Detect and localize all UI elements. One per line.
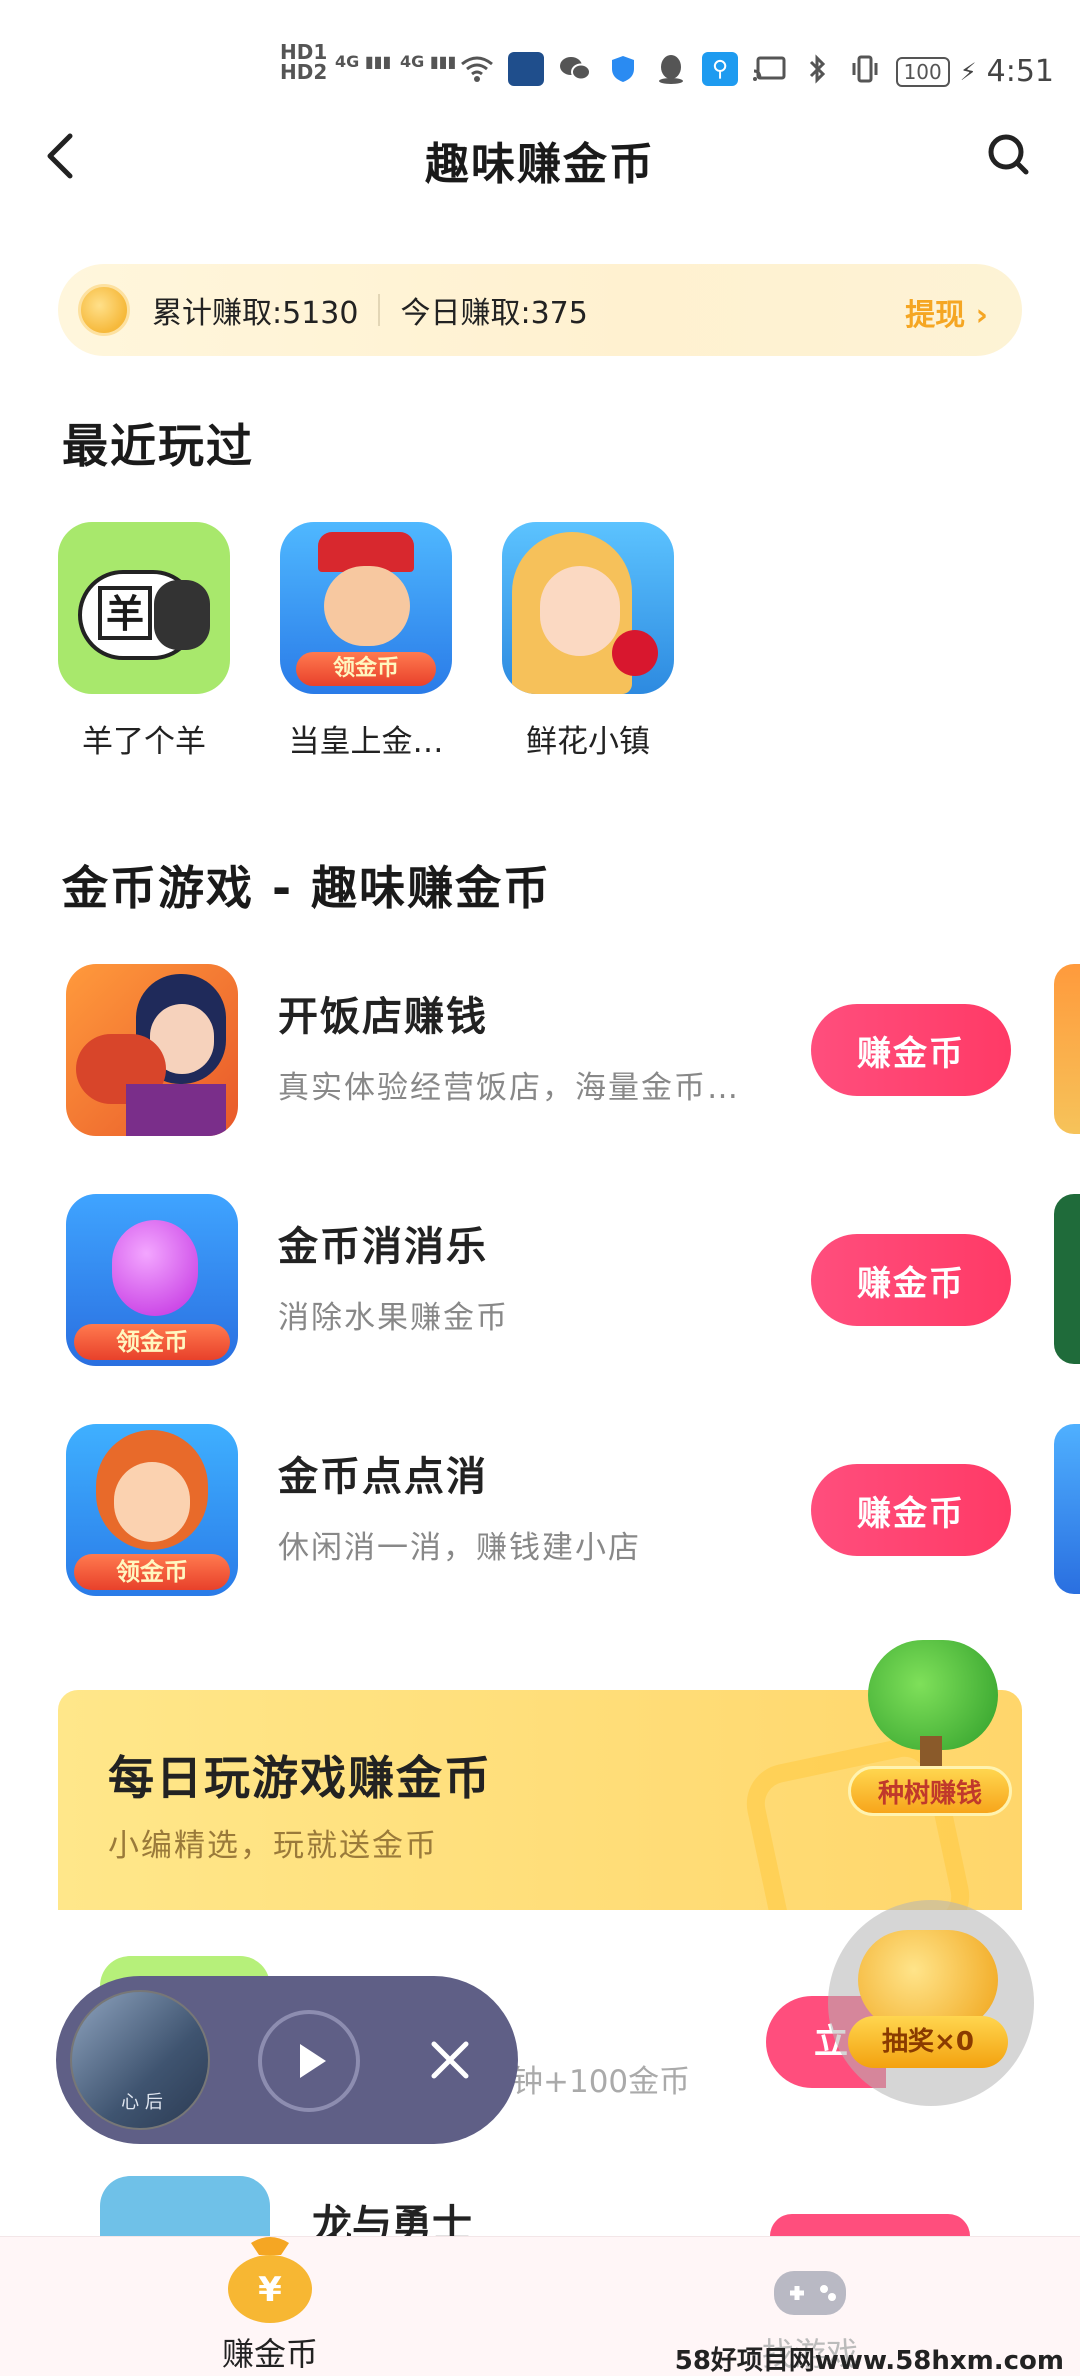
fruit-match-game-icon: 领金币 — [66, 1194, 238, 1366]
game-name: 开饭店赚钱 — [278, 994, 488, 1040]
coin-stack-icon — [858, 1930, 998, 2030]
play-icon — [300, 2044, 326, 2078]
play-button[interactable] — [258, 2010, 360, 2112]
today-earned: 今日赚取:375 — [400, 296, 588, 331]
total-earned: 累计赚取:5130 — [152, 296, 359, 331]
nav-label: 赚金币 — [221, 2335, 318, 2373]
recent-game-item[interactable]: 领金币 当皇上金… — [280, 522, 452, 761]
daily-banner-title: 每日玩游戏赚金币 — [108, 1751, 492, 1805]
carousel-peek-card[interactable] — [1054, 1194, 1080, 1364]
game-row[interactable]: 领金币 金币消消乐 消除水果赚金币 赚金币 — [66, 1194, 1016, 1370]
lottery-label: 抽奖×0 — [848, 2016, 1008, 2068]
recent-game-item[interactable]: 鲜花小镇 — [502, 522, 674, 761]
game-description: 钟+100金币 — [512, 2064, 691, 2100]
recent-games: 羊 羊了个羊 领金币 当皇上金… 鲜花小镇 — [58, 522, 674, 761]
game-row[interactable]: 领金币 金币点点消 休闲消一消，赚钱建小店 赚金币 — [66, 1424, 1016, 1600]
close-icon — [431, 2041, 469, 2079]
earn-coins-button[interactable]: 赚金币 — [811, 1464, 1011, 1556]
clock: 4:51 — [986, 54, 1054, 89]
charging-icon: ⚡ — [959, 57, 977, 86]
recent-game-item[interactable]: 羊 羊了个羊 — [58, 522, 230, 761]
plant-tree-widget[interactable]: 种树赚钱 — [848, 1640, 1018, 1830]
hd-indicator: HD1 HD2 — [280, 40, 328, 84]
recent-game-label: 羊了个羊 — [82, 724, 206, 760]
floating-player: 心 后 — [56, 1976, 518, 2144]
bluetooth-icon — [800, 54, 834, 84]
status-right: 100 ⚡ 4:51 — [895, 54, 1054, 89]
game-name: 金币点点消 — [278, 1454, 488, 1500]
wechat-icon — [558, 54, 592, 84]
album-art: 心 后 — [70, 1990, 210, 2130]
recent-game-label: 当皇上金… — [288, 724, 444, 760]
search-button[interactable] — [982, 128, 1034, 180]
coin-games-section-title: 金币游戏 - 趣味赚金币 — [62, 861, 552, 915]
coin-icon — [78, 284, 130, 336]
sheep-game-icon: 羊 — [58, 522, 230, 694]
vibrate-icon — [848, 54, 882, 84]
earn-coins-button[interactable]: 赚金币 — [811, 1234, 1011, 1326]
cast-icon — [752, 54, 786, 84]
earn-coins-button[interactable]: 赚金币 — [811, 1004, 1011, 1096]
game-name: 金币消消乐 — [278, 1224, 488, 1270]
qq-icon — [654, 54, 688, 84]
emperor-game-icon: 领金币 — [280, 522, 452, 694]
watermark: 58好项目网www.58hxm.com — [674, 2346, 1064, 2376]
withdraw-link[interactable]: 提现 › — [905, 290, 988, 334]
carousel-peek-card[interactable] — [1054, 964, 1080, 1134]
daily-banner-subtitle: 小编精选，玩就送金币 — [108, 1828, 438, 1864]
gamepad-icon — [774, 2271, 846, 2315]
game-description: 休闲消一消，赚钱建小店 — [278, 1530, 641, 1566]
signal-icon-2: 4G ▮▮▮ — [400, 52, 457, 71]
nav-earn-coins[interactable]: ¥ 赚金币 — [170, 2237, 370, 2376]
page-title: 趣味赚金币 — [425, 139, 655, 190]
flower-town-game-icon — [502, 522, 674, 694]
wifi-icon — [460, 54, 494, 84]
search-app-icon: ⚲ — [702, 52, 738, 86]
money-bag-icon: ¥ — [228, 2237, 312, 2323]
recent-game-label: 鲜花小镇 — [526, 724, 650, 760]
close-player-button[interactable] — [420, 2030, 480, 2090]
game-description: 消除水果赚金币 — [278, 1300, 509, 1336]
restaurant-game-icon — [66, 964, 238, 1136]
search-icon — [988, 134, 1029, 175]
status-bar: HD1 HD2 4G ▮▮▮ 4G ▮▮▮ ⚲ 100 ⚡ 4:51 — [0, 0, 1080, 120]
title-bar: 趣味赚金币 — [0, 110, 1080, 200]
notification-icons: ⚲ — [460, 52, 882, 86]
tree-icon — [868, 1640, 998, 1750]
earnings-bar: 累计赚取:5130 今日赚取:375 提现 › — [58, 264, 1022, 356]
divider — [378, 294, 381, 326]
carousel-peek-card[interactable] — [1054, 1424, 1080, 1594]
svg-text:¥: ¥ — [258, 2270, 282, 2310]
shield-icon — [606, 54, 640, 84]
earn-button-partial[interactable] — [770, 2214, 970, 2236]
app-notification-icon — [508, 52, 544, 86]
plant-tree-label: 种树赚钱 — [848, 1766, 1012, 1816]
lottery-widget[interactable]: 抽奖×0 — [828, 1900, 1034, 2106]
game-row[interactable]: 开饭店赚钱 真实体验经营饭店，海量金币… 赚金币 — [66, 964, 1016, 1140]
recent-section-title: 最近玩过 — [62, 419, 254, 473]
signal-icon: 4G ▮▮▮ — [335, 52, 392, 71]
tap-match-game-icon: 领金币 — [66, 1424, 238, 1596]
game-description: 真实体验经营饭店，海量金币… — [278, 1070, 740, 1106]
battery-icon: 100 — [895, 56, 950, 87]
